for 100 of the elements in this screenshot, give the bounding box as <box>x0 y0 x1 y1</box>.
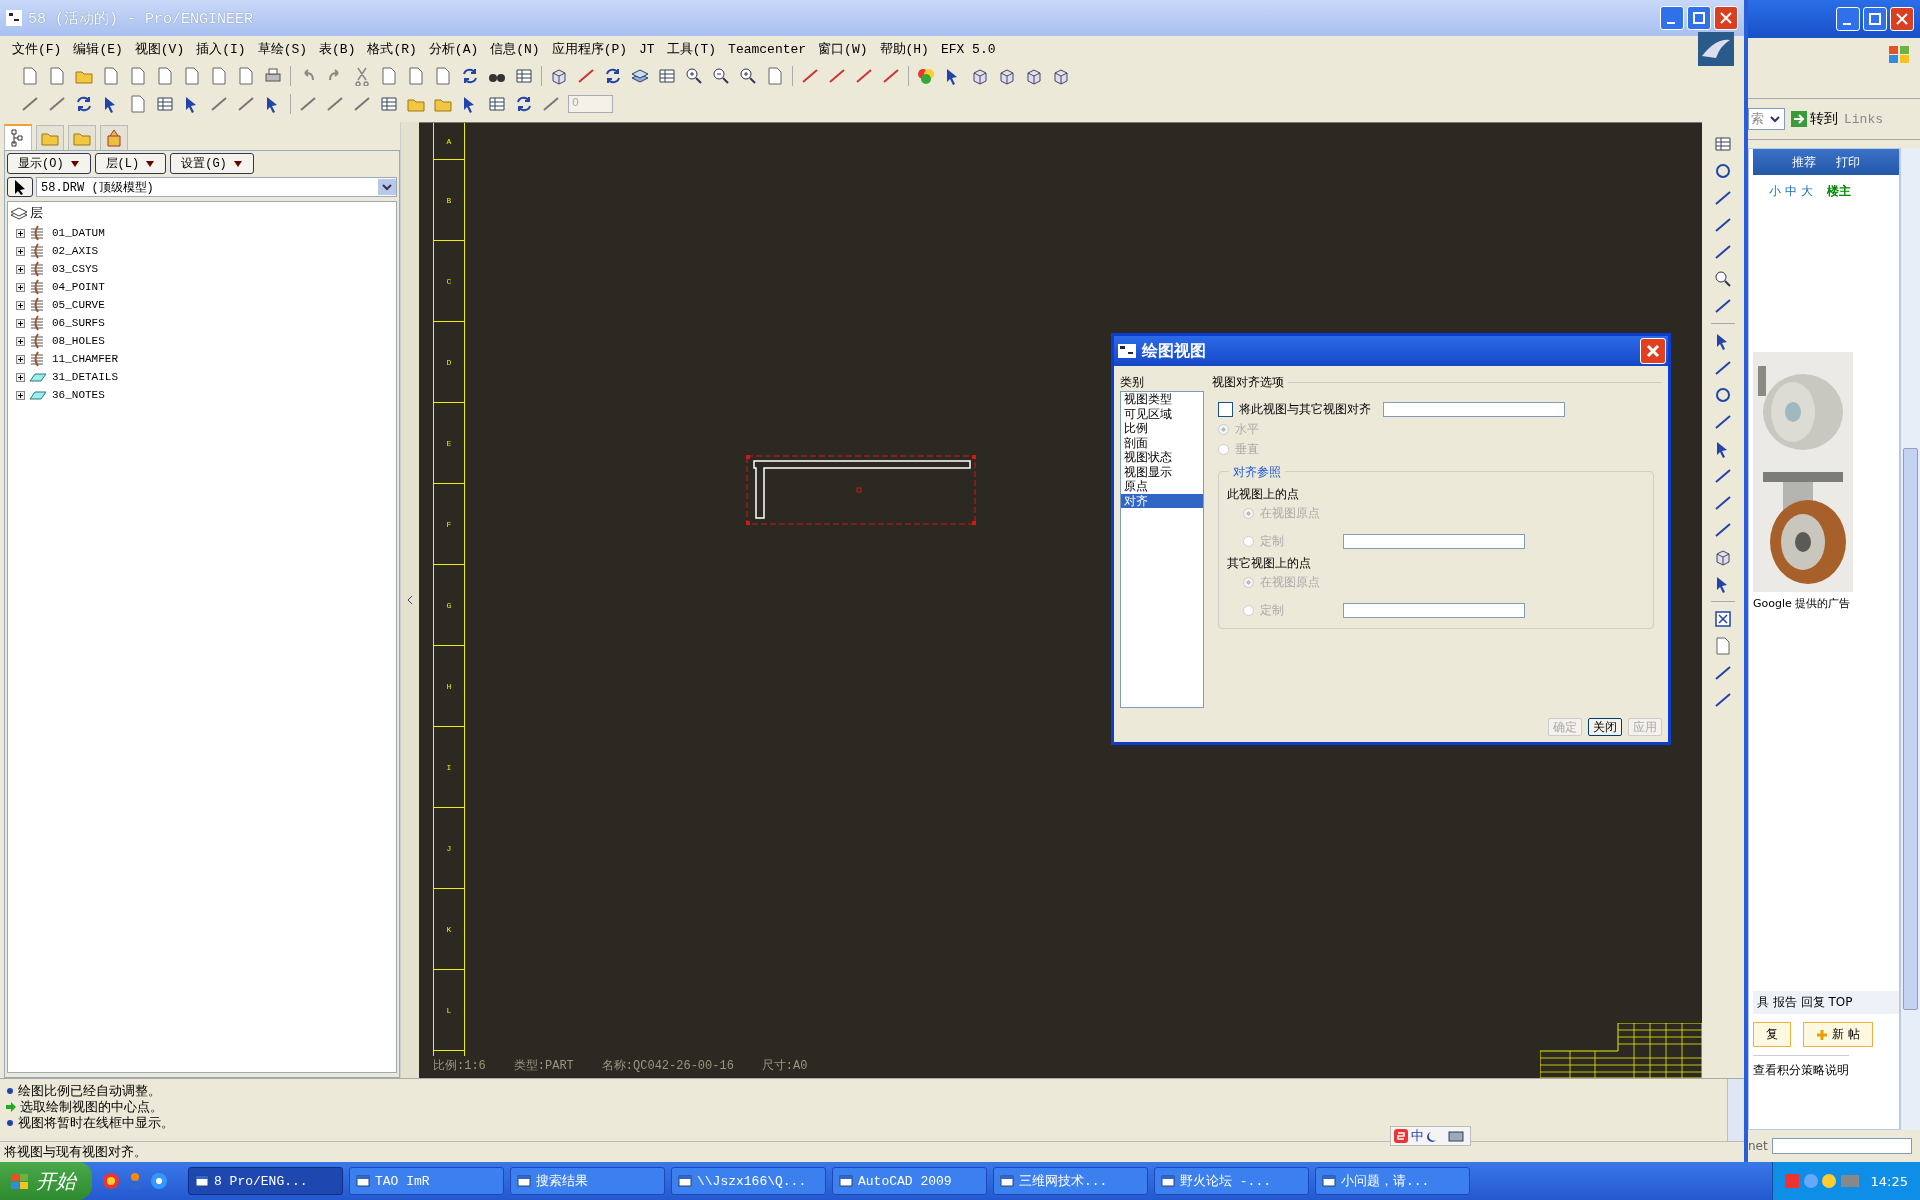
taskbar-button[interactable]: 搜索结果 <box>510 1167 665 1195</box>
part-view-drawing[interactable] <box>746 455 976 525</box>
circle-icon[interactable] <box>1713 385 1733 405</box>
document-icon[interactable] <box>379 66 399 86</box>
line-icon[interactable] <box>1713 520 1733 540</box>
menu-item[interactable]: 窗口(W) <box>812 40 874 58</box>
panel-tab[interactable] <box>4 124 32 150</box>
post-action-link[interactable]: 打印 <box>1836 153 1860 171</box>
layer-item[interactable]: 01_DATUM <box>51 227 106 239</box>
start-button[interactable]: 开始 <box>0 1162 92 1200</box>
line-icon[interactable] <box>1713 663 1733 683</box>
line-icon[interactable] <box>298 94 318 114</box>
figure-icon[interactable] <box>126 1172 144 1190</box>
document-icon[interactable] <box>433 66 453 86</box>
expand-toggle[interactable] <box>16 300 25 310</box>
line-icon[interactable] <box>1713 493 1733 513</box>
line-icon[interactable] <box>325 94 345 114</box>
post-action-link[interactable]: 推荐 <box>1792 153 1816 171</box>
dropdown-button[interactable]: 层(L) <box>94 153 167 174</box>
document-icon[interactable] <box>1713 636 1733 656</box>
document-icon[interactable] <box>128 94 148 114</box>
close-button[interactable] <box>1714 6 1738 30</box>
panel-tab[interactable] <box>100 125 128 150</box>
taskbar-button[interactable]: 8 Pro/ENG... <box>188 1167 343 1195</box>
color-wheel-icon[interactable] <box>916 66 936 86</box>
maximize-button[interactable] <box>1863 7 1887 31</box>
category-item[interactable]: 比例 <box>1121 421 1203 436</box>
select-button[interactable] <box>7 177 33 197</box>
menu-item[interactable]: 视图(V) <box>128 40 191 58</box>
document-icon[interactable] <box>182 66 202 86</box>
line-icon[interactable] <box>1713 296 1733 316</box>
zoom-in-icon[interactable] <box>738 66 758 86</box>
line-icon[interactable] <box>20 94 40 114</box>
line-icon[interactable] <box>209 94 229 114</box>
maximize-button[interactable] <box>1687 6 1711 30</box>
expand-toggle[interactable] <box>16 264 25 274</box>
menu-item[interactable]: 信息(N) <box>484 40 546 58</box>
layer-item[interactable]: 06_SURFS <box>51 317 106 329</box>
circle-icon[interactable] <box>1713 161 1733 181</box>
table-icon[interactable] <box>514 66 534 86</box>
refresh-icon[interactable] <box>74 94 94 114</box>
line-icon[interactable] <box>47 94 67 114</box>
menu-item[interactable]: 格式(R) <box>361 40 423 58</box>
line-icon[interactable] <box>1713 358 1733 378</box>
layer-item[interactable]: 11_CHAMFER <box>51 353 119 365</box>
menu-item[interactable]: Teamcenter <box>722 41 813 57</box>
line-icon[interactable] <box>352 94 372 114</box>
checkbox[interactable] <box>1218 401 1233 417</box>
close-button[interactable] <box>1640 338 1666 364</box>
menu-item[interactable]: 帮助(H) <box>873 40 935 58</box>
post-button[interactable]: 复 <box>1753 1022 1791 1047</box>
model-dropdown[interactable]: 58.DRW (顶级模型) <box>36 177 397 197</box>
minimize-button[interactable] <box>1836 7 1860 31</box>
table-icon[interactable] <box>487 94 507 114</box>
document-icon[interactable] <box>765 66 785 86</box>
menu-item[interactable]: 编辑(E) <box>67 40 129 58</box>
table-icon[interactable] <box>379 94 399 114</box>
line-icon[interactable] <box>1713 412 1733 432</box>
font-size-link[interactable]: 大 <box>1801 183 1813 200</box>
expand-toggle[interactable] <box>16 246 25 256</box>
expand-toggle[interactable] <box>16 372 25 382</box>
line-icon[interactable] <box>541 94 561 114</box>
menu-item[interactable]: 工具(T) <box>660 40 723 58</box>
post-button[interactable]: 新 帖 <box>1803 1022 1873 1047</box>
expand-toggle[interactable] <box>16 390 25 400</box>
expand-toggle[interactable] <box>16 282 25 292</box>
points-link[interactable]: 查看积分策略说明 <box>1753 1055 1849 1129</box>
taskbar-button[interactable]: TAO ImR <box>349 1167 504 1195</box>
point-field[interactable] <box>1343 533 1525 549</box>
category-item[interactable]: 原点 <box>1121 479 1203 494</box>
layer-item[interactable]: 08_HOLES <box>51 335 106 347</box>
document-icon[interactable] <box>155 66 175 86</box>
taskbar-button[interactable]: 小问题，请... <box>1315 1167 1470 1195</box>
line-icon[interactable] <box>576 66 596 86</box>
scrollbar[interactable] <box>1727 1079 1744 1141</box>
table-icon[interactable] <box>657 66 677 86</box>
menu-item[interactable]: JT <box>633 41 661 57</box>
browser-icon[interactable] <box>102 1172 120 1190</box>
category-item[interactable]: 视图类型 <box>1121 392 1203 407</box>
document-icon[interactable] <box>128 66 148 86</box>
expand-toggle[interactable] <box>16 228 25 238</box>
line-icon[interactable] <box>236 94 256 114</box>
document-icon[interactable] <box>236 66 256 86</box>
font-size-link[interactable]: 中 <box>1785 183 1797 200</box>
scrollbar[interactable] <box>1900 148 1920 1130</box>
close-button[interactable] <box>1890 7 1914 31</box>
line-icon[interactable] <box>1713 690 1733 710</box>
ime-toolbar[interactable]: 中 <box>1390 1126 1471 1146</box>
document-icon[interactable] <box>47 66 67 86</box>
expand-toggle[interactable] <box>16 336 25 346</box>
line-icon[interactable] <box>827 66 847 86</box>
document-icon[interactable] <box>406 66 426 86</box>
expand-toggle[interactable] <box>16 318 25 328</box>
line-icon[interactable] <box>1713 188 1733 208</box>
layer-item[interactable]: 05_CURVE <box>51 299 106 311</box>
taskbar-button[interactable]: AutoCAD 2009 <box>832 1167 987 1195</box>
menu-item[interactable]: EFX 5.0 <box>934 41 1002 57</box>
expand-toggle[interactable] <box>16 354 25 364</box>
category-item[interactable]: 对齐 <box>1121 493 1203 508</box>
document-icon[interactable] <box>20 66 40 86</box>
